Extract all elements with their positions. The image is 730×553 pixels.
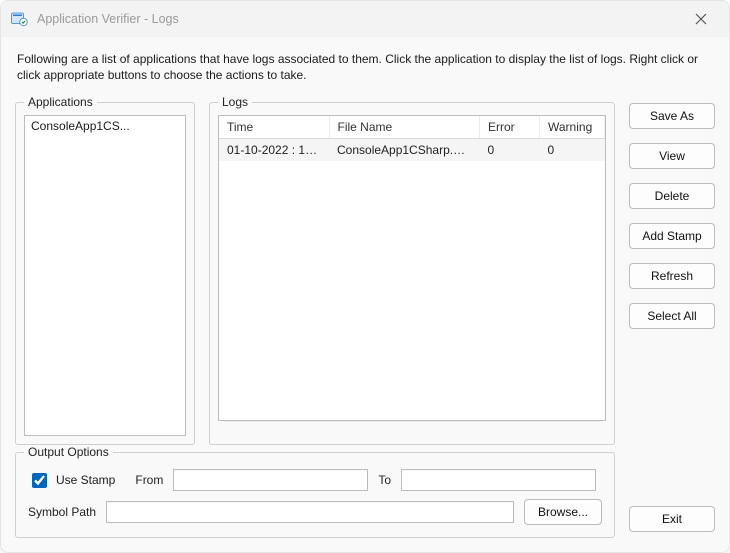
use-stamp-checkbox[interactable] [32, 473, 47, 488]
column-header-time[interactable]: Time [219, 116, 329, 139]
cell-error: 0 [480, 139, 540, 162]
exit-button[interactable]: Exit [629, 506, 715, 532]
side-button-column: Save As View Delete Add Stamp Refresh Se… [629, 95, 715, 445]
logs-legend: Logs [218, 95, 252, 109]
horizontal-scrollbar[interactable] [224, 421, 600, 433]
exit-button-wrap: Exit [629, 506, 715, 538]
output-options-group: Output Options Use Stamp From To Symbol … [15, 445, 615, 538]
cell-time: 01-10-2022 : 16:4... [219, 139, 329, 162]
use-stamp-label: Use Stamp [56, 473, 115, 487]
use-stamp-checkbox-wrap[interactable]: Use Stamp [28, 470, 115, 491]
intro-text: Following are a list of applications tha… [17, 51, 713, 83]
symbol-path-label: Symbol Path [28, 505, 96, 519]
browse-button[interactable]: Browse... [524, 499, 602, 525]
applications-group: Applications ConsoleApp1CS... [15, 95, 195, 445]
table-row[interactable]: 01-10-2022 : 16:4... ConsoleApp1CSharp.e… [219, 139, 605, 162]
column-header-file[interactable]: File Name [329, 116, 480, 139]
select-all-button[interactable]: Select All [629, 303, 715, 329]
cell-warning: 0 [540, 139, 605, 162]
column-header-warning[interactable]: Warning [540, 116, 605, 139]
logs-group: Logs Time File Name Error Warning [209, 95, 615, 445]
save-as-button[interactable]: Save As [629, 103, 715, 129]
applications-list[interactable]: ConsoleApp1CS... [24, 115, 186, 436]
output-row-stamp: Use Stamp From To [24, 465, 606, 495]
symbol-path-input[interactable] [106, 501, 514, 523]
main-row: Applications ConsoleApp1CS... Logs Time [15, 95, 715, 445]
view-button[interactable]: View [629, 143, 715, 169]
from-label: From [135, 473, 163, 487]
bottom-row: Output Options Use Stamp From To Symbol … [15, 445, 715, 538]
add-stamp-button[interactable]: Add Stamp [629, 223, 715, 249]
titlebar: Application Verifier - Logs [1, 1, 729, 37]
app-icon [9, 9, 29, 29]
content-area: Following are a list of applications tha… [1, 37, 729, 552]
to-input[interactable] [401, 469, 596, 491]
logs-table: Time File Name Error Warning 01-10-2022 … [219, 116, 605, 161]
column-header-error[interactable]: Error [480, 116, 540, 139]
delete-button[interactable]: Delete [629, 183, 715, 209]
refresh-button[interactable]: Refresh [629, 263, 715, 289]
logs-table-wrap[interactable]: Time File Name Error Warning 01-10-2022 … [218, 115, 606, 421]
from-input[interactable] [173, 469, 368, 491]
output-row-symbol: Symbol Path Browse... [24, 495, 606, 529]
dialog-window: Application Verifier - Logs Following ar… [0, 0, 730, 553]
cell-file: ConsoleApp1CSharp.ex... [329, 139, 480, 162]
close-button[interactable] [681, 5, 721, 33]
application-item[interactable]: ConsoleApp1CS... [25, 116, 185, 136]
applications-legend: Applications [24, 95, 97, 109]
to-label: To [378, 473, 391, 487]
window-title: Application Verifier - Logs [37, 12, 681, 26]
output-options-legend: Output Options [24, 445, 113, 459]
logs-header-row: Time File Name Error Warning [219, 116, 605, 139]
